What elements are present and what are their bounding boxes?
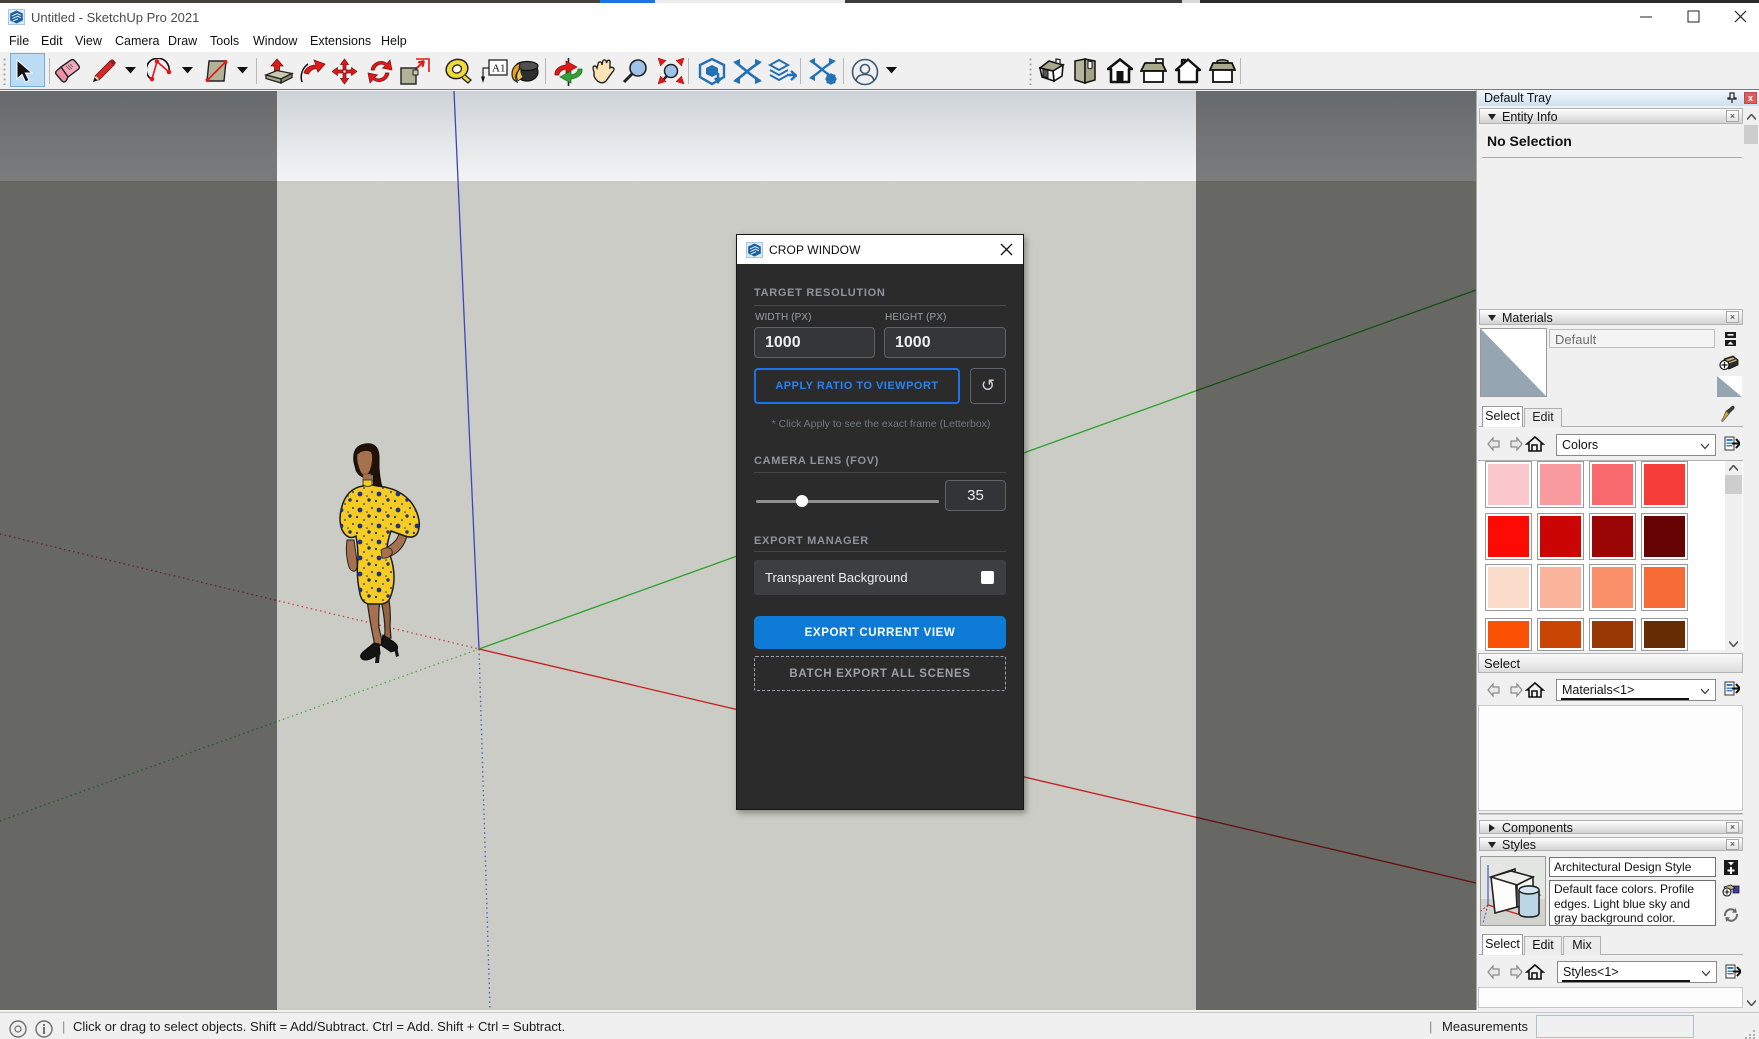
svg-text:A1: A1 — [492, 63, 505, 75]
